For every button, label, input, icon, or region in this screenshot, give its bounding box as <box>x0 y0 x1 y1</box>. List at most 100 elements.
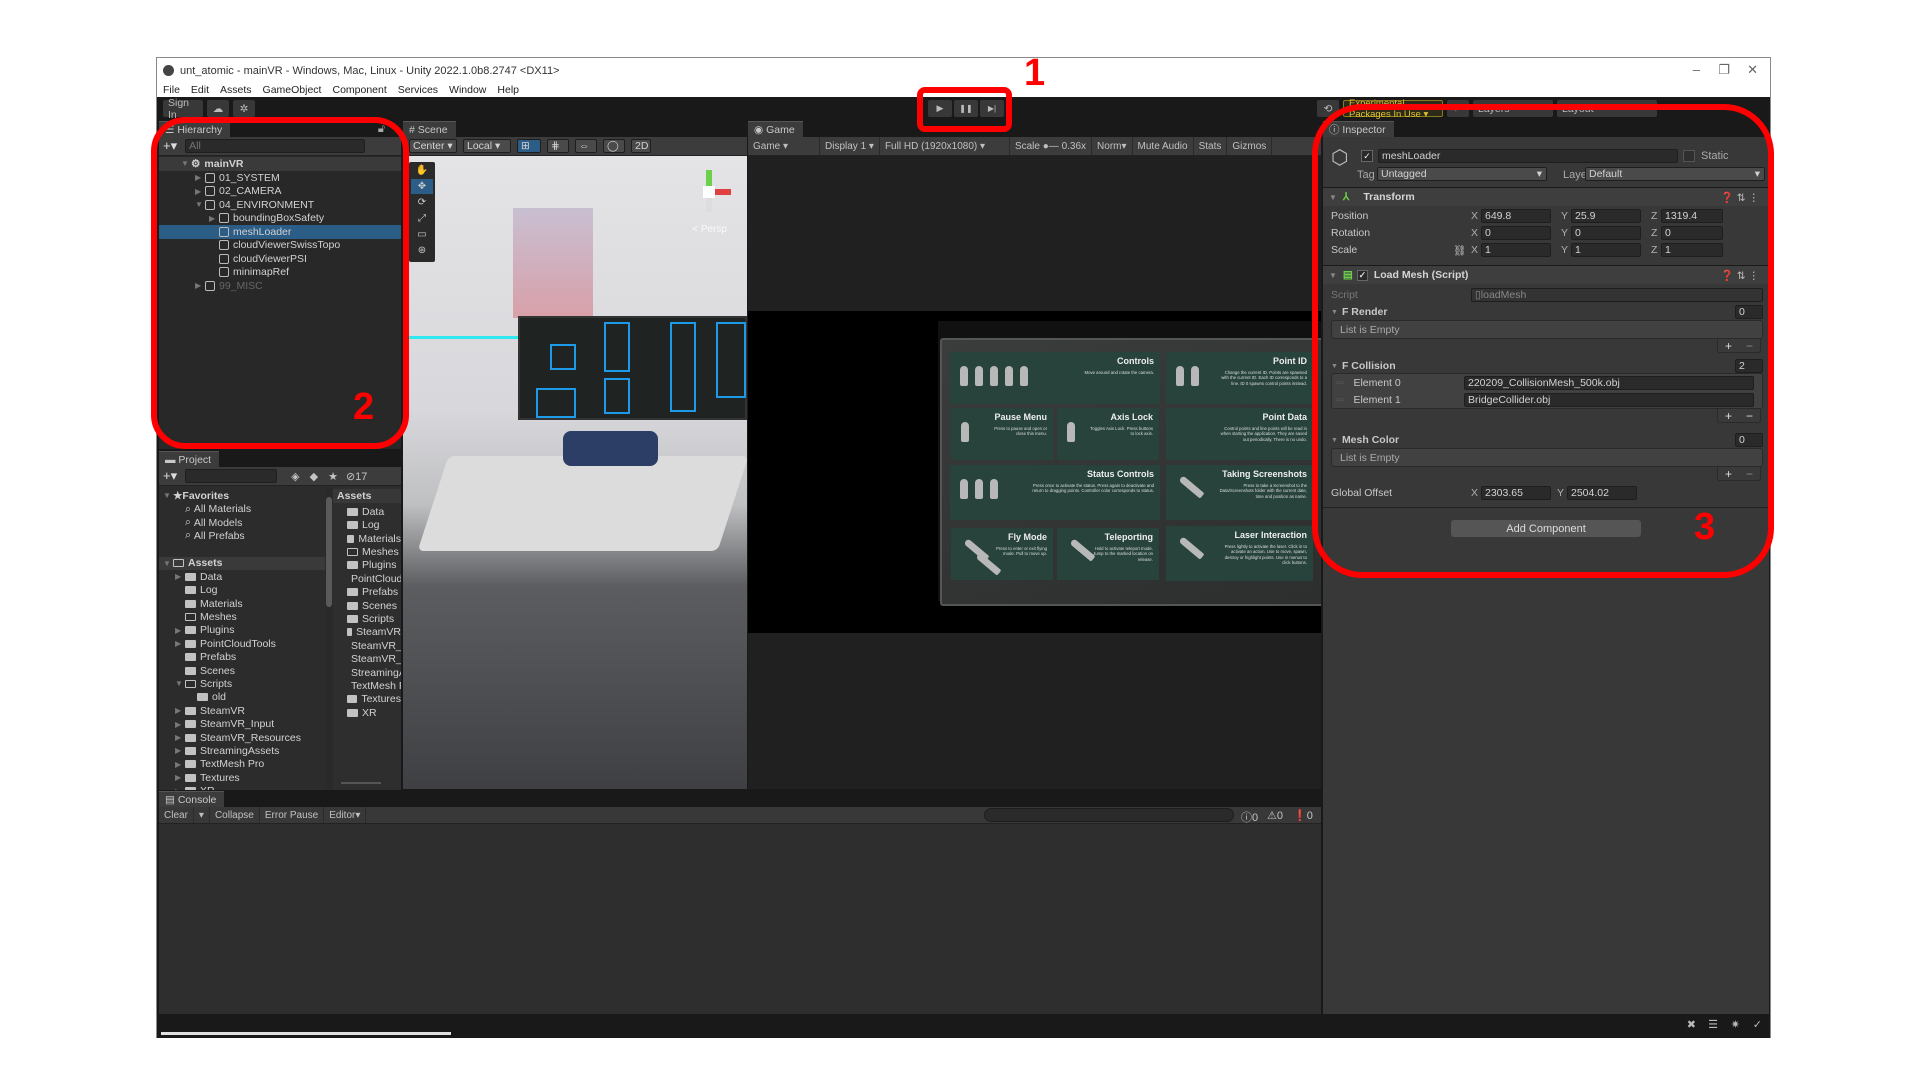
hierarchy-item[interactable]: ▼ 04_ENVIRONMENT <box>159 198 401 212</box>
favorites-header[interactable]: ▼ ★ Favorites <box>159 489 325 503</box>
static-checkbox[interactable] <box>1683 150 1695 162</box>
align-button[interactable]: ⇔ <box>575 139 597 153</box>
menu-window[interactable]: Window <box>449 84 486 96</box>
script-field[interactable]: ▯ loadMesh <box>1471 288 1763 302</box>
expand-arrow-icon[interactable]: ▼ <box>195 200 205 209</box>
mesh-color-row[interactable]: ▼ Mesh Color 0 <box>1331 433 1763 447</box>
rotate-tool-button[interactable]: ⟳ <box>411 195 433 210</box>
asset-folder[interactable]: Log <box>333 518 401 532</box>
project-folder[interactable]: Materials <box>159 597 325 611</box>
asset-folder[interactable]: Scenes <box>333 599 401 613</box>
hand-tool-button[interactable]: ✋ <box>411 163 433 178</box>
cloud-icon[interactable]: ☁ <box>207 100 229 117</box>
filter-type-icon[interactable]: ◈ <box>291 470 299 483</box>
mesh-color-add-remove[interactable]: + − <box>1717 467 1761 481</box>
hierarchy-item[interactable]: minimapRef <box>159 266 401 280</box>
element-value-field[interactable]: 220209_CollisionMesh_500k.obj <box>1464 376 1754 390</box>
expand-arrow-icon[interactable]: ▶ <box>175 787 185 790</box>
create-button[interactable]: +▾ <box>163 468 177 484</box>
project-folder[interactable]: ▶ PointCloudTools <box>159 637 325 651</box>
pivot-dropdown[interactable]: Center ▾ <box>409 139 457 153</box>
scale-x-field[interactable]: 1 <box>1481 243 1551 257</box>
asset-folder[interactable]: Prefabs <box>333 585 401 599</box>
clear-button[interactable]: Clear <box>159 807 194 823</box>
asset-folder[interactable]: TextMesh Pro <box>333 679 401 693</box>
f-collision-add-remove[interactable]: + − <box>1717 409 1761 423</box>
hierarchy-item[interactable]: ▶ 01_SYSTEM <box>159 171 401 185</box>
scale-tool-button[interactable]: ⤢ <box>411 211 433 226</box>
position-x-field[interactable]: 649.8 <box>1481 209 1551 223</box>
object-name-field[interactable]: meshLoader <box>1378 149 1678 163</box>
menu-assets[interactable]: Assets <box>220 84 252 96</box>
menu-gameobject[interactable]: GameObject <box>263 84 322 96</box>
component-menu-icons[interactable]: ❓ ⇅ ⋮ <box>1721 269 1759 282</box>
element-value-field[interactable]: BridgeCollider.obj <box>1464 393 1754 407</box>
step-button[interactable]: ▶| <box>980 100 1004 117</box>
project-folder[interactable]: ▶ TextMesh Pro <box>159 758 325 772</box>
project-folder[interactable]: ▶ SteamVR_Input <box>159 717 325 731</box>
tab-project[interactable]: ▬ Project <box>159 451 220 467</box>
scale-slider[interactable]: Scale ●— 0.36x <box>1010 137 1093 155</box>
expand-arrow-icon[interactable]: ▼ <box>163 559 173 568</box>
debug-icon[interactable]: ✖ <box>1687 1018 1696 1031</box>
expand-arrow-icon[interactable]: ▶ <box>209 214 219 223</box>
scale-y-field[interactable]: 1 <box>1571 243 1641 257</box>
menu-component[interactable]: Component <box>332 84 386 96</box>
component-menu-icons[interactable]: ❓ ⇅ ⋮ <box>1721 191 1759 204</box>
expand-arrow-icon[interactable]: ▶ <box>175 746 185 755</box>
asset-folder[interactable]: Textures <box>333 693 401 707</box>
mesh-color-size-field[interactable]: 0 <box>1735 433 1763 447</box>
console-search-input[interactable] <box>984 808 1234 822</box>
drag-handle-icon[interactable]: ═ <box>1336 377 1343 389</box>
create-button[interactable]: +▾ <box>163 138 177 154</box>
asset-folder[interactable]: XR <box>333 706 401 720</box>
expand-arrow-icon[interactable]: ▶ <box>195 281 205 290</box>
display-dropdown[interactable]: Display 1 ▾ <box>820 137 880 155</box>
project-folder[interactable]: ▶ Plugins <box>159 624 325 638</box>
expand-arrow-icon[interactable]: ▶ <box>175 639 185 648</box>
tab-hierarchy[interactable]: ☰ Hierarchy <box>159 121 231 137</box>
f-collision-size-field[interactable]: 2 <box>1735 359 1763 373</box>
f-render-row[interactable]: ▼ F Render 0 <box>1331 305 1763 319</box>
asset-folder[interactable]: Scripts <box>333 612 401 626</box>
transform-header[interactable]: ▼ ⅄ Transform ❓ ⇅ ⋮ <box>1323 187 1769 206</box>
hierarchy-item[interactable]: ▶ boundingBoxSafety <box>159 212 401 226</box>
project-folder[interactable]: ▼ Scripts <box>159 677 325 691</box>
project-folder[interactable]: Log <box>159 583 325 597</box>
search-icon[interactable]: ⌕ <box>1447 100 1469 117</box>
rotation-x-field[interactable]: 0 <box>1481 226 1551 240</box>
clear-options-dropdown[interactable]: ▾ <box>194 807 210 823</box>
menu-services[interactable]: Services <box>398 84 438 96</box>
maximize-button[interactable]: ❐ <box>1718 62 1730 78</box>
asset-folder[interactable]: PointCloudTools <box>333 572 401 586</box>
grid-snap-button[interactable]: ⊞ <box>517 139 541 153</box>
close-button[interactable]: ✕ <box>1747 62 1758 78</box>
favorite-item[interactable]: ⌕ All Prefabs <box>159 529 325 543</box>
tab-scene[interactable]: # Scene <box>403 121 456 137</box>
hierarchy-item[interactable]: ▶ 99_MISC <box>159 279 401 293</box>
project-folder[interactable]: ▶ SteamVR <box>159 704 325 718</box>
cache-server-icon[interactable]: ☰ <box>1708 1018 1718 1031</box>
scene-viewport[interactable]: ✋ ✥ ⟳ ⤢ ▭ ⊛ < Persp <box>403 156 747 789</box>
component-enabled-checkbox[interactable]: ✓ <box>1356 269 1368 281</box>
project-folder[interactable]: ▶ StreamingAssets <box>159 744 325 758</box>
expand-arrow-icon[interactable]: ▼ <box>163 491 173 500</box>
status-check-icon[interactable]: ✓ <box>1753 1018 1762 1031</box>
error-pause-toggle[interactable]: Error Pause <box>260 807 325 823</box>
sign-in-button[interactable]: Sign In <box>163 97 203 121</box>
layers-dropdown[interactable]: Layers <box>1473 100 1553 117</box>
expand-arrow-icon[interactable]: ▶ <box>195 173 205 182</box>
expand-arrow-icon[interactable]: ▶ <box>195 187 205 196</box>
asset-folder[interactable]: Plugins <box>333 559 401 573</box>
favorite-star-icon[interactable]: ★ <box>328 470 338 483</box>
hierarchy-item[interactable]: cloudViewerPSI <box>159 252 401 266</box>
hidden-packages-icon[interactable]: ⊘17 <box>346 470 367 483</box>
norm-dropdown[interactable]: Norm ▾ <box>1092 137 1133 155</box>
project-folder[interactable]: ▶ XR <box>159 784 325 790</box>
tab-game[interactable]: ◉ Game <box>748 121 803 137</box>
asset-folder[interactable]: Data <box>333 505 401 519</box>
asset-folder[interactable]: StreamingAssets <box>333 666 401 680</box>
game-view-dropdown[interactable]: Game ▾ <box>748 137 820 155</box>
log-count-toggle[interactable]: ⓘ0 <box>1241 809 1258 825</box>
history-icon[interactable]: ⟲ <box>1317 100 1339 117</box>
